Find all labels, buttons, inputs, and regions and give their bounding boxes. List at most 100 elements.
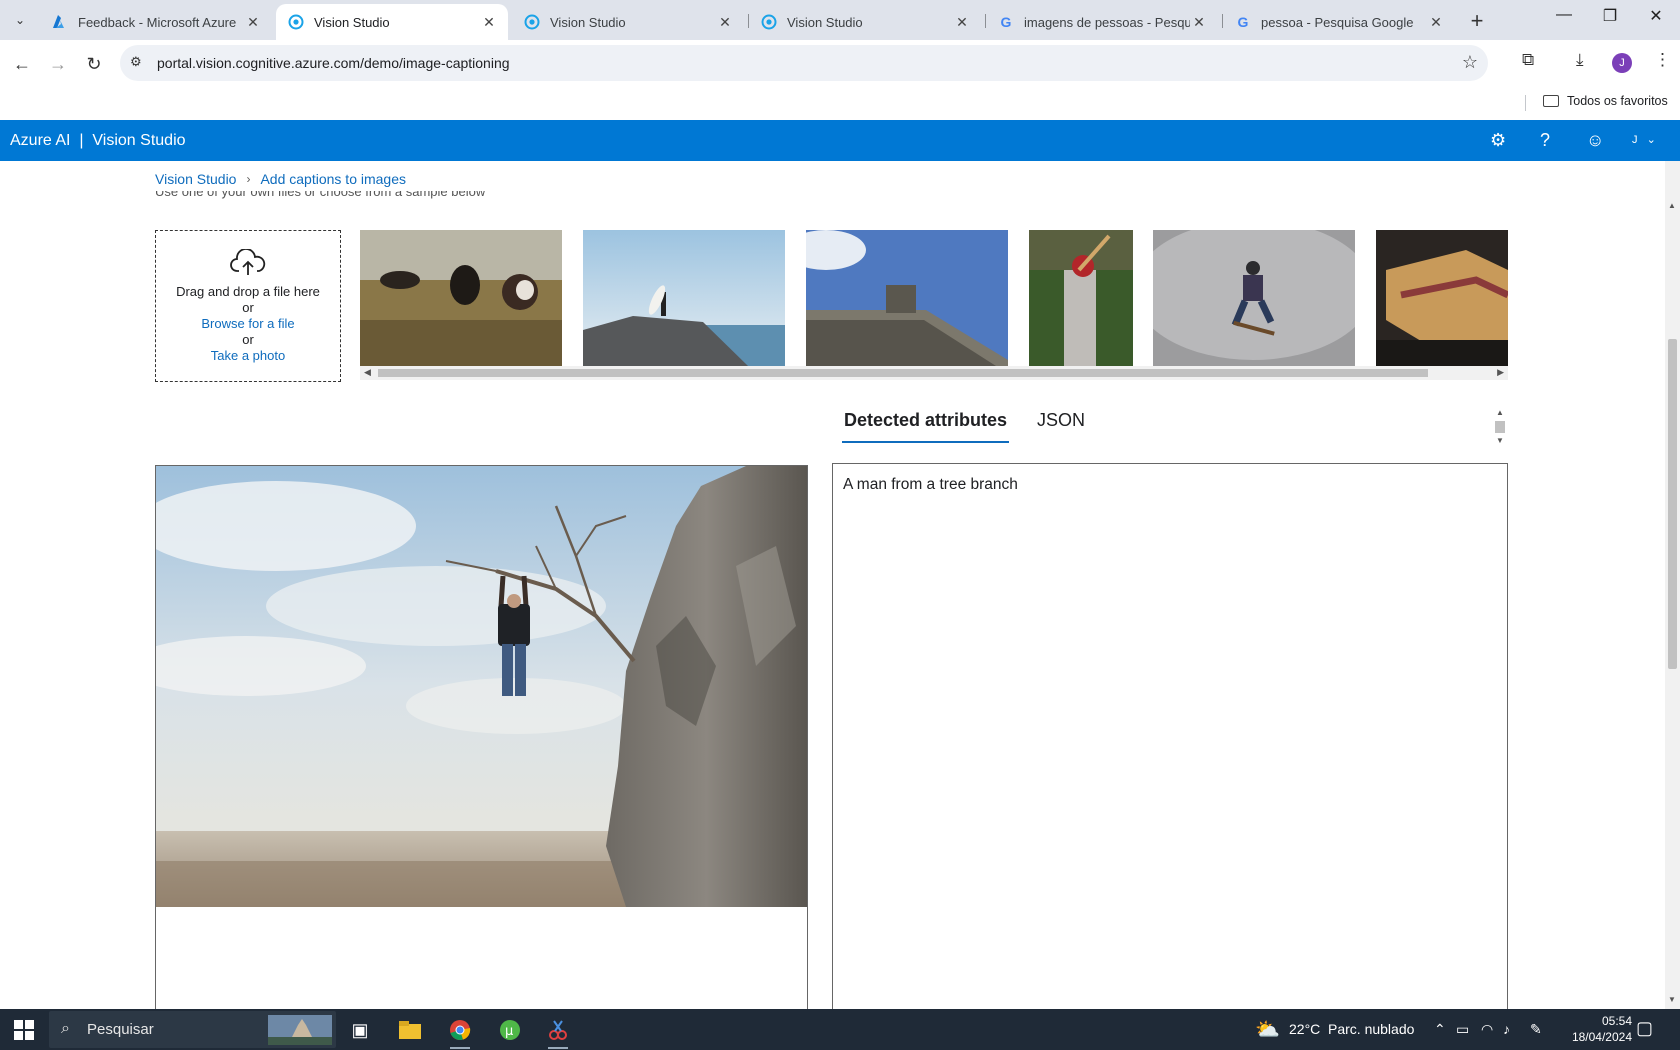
tray-chevron-up-icon[interactable]: ⌃ bbox=[1434, 1021, 1446, 1038]
sample-image-skateboarder[interactable] bbox=[1153, 230, 1355, 366]
vision-studio-icon bbox=[524, 14, 540, 30]
app-brand[interactable]: Azure AI | Vision Studio bbox=[10, 132, 186, 150]
caption-result-text: A man from a tree branch bbox=[843, 476, 1018, 493]
browser-tab-google-pessoa[interactable]: G pessoa - Pesquisa Google ✕ bbox=[1223, 4, 1455, 40]
scroll-left-icon[interactable]: ◀ bbox=[364, 367, 371, 378]
weather-temp[interactable]: 22°C bbox=[1289, 1021, 1320, 1037]
sample-image-surfer[interactable] bbox=[583, 230, 785, 366]
close-icon[interactable]: ✕ bbox=[953, 13, 971, 31]
site-settings-icon[interactable]: ⚙ bbox=[130, 54, 142, 70]
scroll-up-icon[interactable]: ▲ bbox=[1495, 408, 1505, 417]
sample-image-building-statue[interactable] bbox=[806, 230, 1008, 366]
scroll-down-icon[interactable]: ▼ bbox=[1668, 995, 1676, 1004]
scroll-right-icon[interactable]: ▶ bbox=[1497, 367, 1504, 378]
vision-studio-icon bbox=[288, 14, 304, 30]
preview-image-man-hanging-branch bbox=[156, 466, 807, 907]
tab-detected-attributes[interactable]: Detected attributes bbox=[842, 407, 1010, 443]
scrollbar-thumb[interactable] bbox=[378, 369, 1428, 377]
user-menu[interactable]: J ⌄ bbox=[1632, 133, 1656, 146]
browser-tab-feedback[interactable]: Feedback - Microsoft Azure ✕ bbox=[40, 4, 272, 40]
take-photo-link[interactable]: Take a photo bbox=[211, 348, 285, 363]
notification-icon[interactable]: ▢ bbox=[1636, 1018, 1653, 1039]
sample-image-baseball[interactable] bbox=[1029, 230, 1133, 366]
svg-text:µ: µ bbox=[505, 1024, 513, 1039]
browser-toolbar: ← → ↻ ⚙ portal.vision.cognitive.azure.co… bbox=[0, 40, 1680, 86]
sample-image-cows[interactable] bbox=[360, 230, 562, 366]
back-icon[interactable]: ← bbox=[8, 50, 36, 78]
breadcrumb-home-link[interactable]: Vision Studio bbox=[155, 171, 236, 187]
weather-desc[interactable]: Parc. nublado bbox=[1328, 1021, 1414, 1037]
cloud-upload-icon bbox=[230, 248, 266, 275]
browser-tab-vision-studio-2[interactable]: Vision Studio ✕ bbox=[512, 4, 744, 40]
or-text: or bbox=[242, 300, 254, 315]
reload-icon[interactable]: ↻ bbox=[80, 50, 108, 78]
scroll-down-icon[interactable]: ▼ bbox=[1495, 436, 1505, 445]
bookmark-star-icon[interactable]: ☆ bbox=[1462, 52, 1478, 73]
forward-icon[interactable]: → bbox=[44, 50, 72, 78]
browser-tabstrip: ⌄ Feedback - Microsoft Azure ✕ Vision St… bbox=[0, 0, 1680, 40]
page-vertical-scrollbar[interactable]: ▲ ▼ bbox=[1665, 161, 1680, 1009]
drag-drop-text: Drag and drop a file here bbox=[176, 284, 320, 299]
settings-gear-icon[interactable]: ⚙ bbox=[1490, 130, 1506, 151]
address-bar[interactable]: ⚙ portal.vision.cognitive.azure.com/demo… bbox=[120, 45, 1488, 81]
scrollbar-thumb[interactable] bbox=[1495, 421, 1505, 433]
scroll-up-icon[interactable]: ▲ bbox=[1668, 201, 1676, 210]
pen-icon[interactable]: ✎ bbox=[1530, 1021, 1542, 1038]
google-icon: G bbox=[1237, 14, 1249, 30]
search-icon: ⌕ bbox=[61, 1020, 70, 1037]
browser-tab-vision-studio-3[interactable]: Vision Studio ✕ bbox=[749, 4, 981, 40]
windows-start-icon[interactable] bbox=[14, 1020, 34, 1040]
taskbar-clock[interactable]: 05:54 18/04/2024 bbox=[1552, 1013, 1632, 1045]
google-icon: G bbox=[1000, 14, 1012, 30]
bookmarks-folder[interactable]: Todos os favoritos bbox=[1543, 94, 1668, 108]
tab-search-icon[interactable]: ⌄ bbox=[8, 8, 32, 32]
upload-dropzone[interactable]: Drag and drop a file here or Browse for … bbox=[155, 230, 341, 382]
windows-taskbar: ⌕ Pesquisar ▣ µ ⛅ 22°C Parc. nublado ⌃ ▭… bbox=[0, 1009, 1680, 1050]
close-window-icon[interactable]: ✕ bbox=[1633, 6, 1679, 26]
browse-file-link[interactable]: Browse for a file bbox=[201, 316, 294, 331]
chrome-icon[interactable] bbox=[444, 1014, 476, 1049]
weather-icon[interactable]: ⛅ bbox=[1255, 1017, 1280, 1042]
sample-image-sandwich[interactable] bbox=[1376, 230, 1508, 366]
feedback-smiley-icon[interactable]: ☺ bbox=[1586, 130, 1604, 151]
file-explorer-icon[interactable] bbox=[394, 1014, 426, 1046]
search-highlight-icon bbox=[268, 1015, 332, 1045]
scrollbar-thumb[interactable] bbox=[1668, 339, 1677, 669]
extensions-icon[interactable]: ⧉ bbox=[1522, 50, 1534, 70]
volume-icon[interactable]: ♪ bbox=[1503, 1021, 1510, 1037]
close-icon[interactable]: ✕ bbox=[1427, 13, 1445, 31]
new-tab-icon[interactable]: + bbox=[1464, 8, 1490, 34]
minimize-icon[interactable]: — bbox=[1541, 6, 1587, 24]
tab-json[interactable]: JSON bbox=[1035, 407, 1087, 443]
download-icon[interactable]: ⤓ bbox=[1576, 50, 1584, 70]
bookmarks-bar: Todos os favoritos bbox=[0, 86, 1680, 120]
detected-attributes-panel: A man from a tree branch bbox=[832, 463, 1508, 1009]
sample-image-gallery bbox=[360, 230, 1508, 366]
folder-icon bbox=[1543, 95, 1559, 107]
bookmarks-divider bbox=[1525, 95, 1526, 111]
network-icon[interactable]: ◠ bbox=[1481, 1021, 1493, 1038]
url-text[interactable]: portal.vision.cognitive.azure.com/demo/i… bbox=[157, 55, 510, 71]
close-icon[interactable]: ✕ bbox=[716, 13, 734, 31]
task-view-icon[interactable]: ▣ bbox=[344, 1014, 376, 1046]
breadcrumb-current-link[interactable]: Add captions to images bbox=[260, 171, 406, 187]
close-icon[interactable]: ✕ bbox=[480, 13, 498, 31]
image-preview-panel bbox=[155, 465, 808, 1009]
close-icon[interactable]: ✕ bbox=[244, 13, 262, 31]
help-icon[interactable]: ? bbox=[1540, 130, 1550, 151]
browser-tab-google-imagens[interactable]: G imagens de pessoas - Pesquisa ✕ bbox=[986, 4, 1218, 40]
profile-avatar[interactable]: J bbox=[1612, 53, 1632, 73]
close-icon[interactable]: ✕ bbox=[1190, 13, 1208, 31]
browser-tab-vision-studio-active[interactable]: Vision Studio ✕ bbox=[276, 4, 508, 40]
tabs-vertical-scrollbar[interactable]: ▲ ▼ bbox=[1492, 408, 1508, 448]
menu-kebab-icon[interactable]: ⋮ bbox=[1654, 50, 1671, 70]
azure-icon bbox=[52, 14, 68, 30]
battery-icon[interactable]: ▭ bbox=[1456, 1021, 1469, 1038]
utorrent-icon[interactable]: µ bbox=[494, 1014, 526, 1046]
restore-icon[interactable]: ❐ bbox=[1587, 6, 1633, 26]
gallery-horizontal-scrollbar[interactable]: ◀ ▶ bbox=[360, 366, 1508, 380]
snipping-tool-icon[interactable] bbox=[542, 1014, 574, 1049]
taskbar-search[interactable]: ⌕ Pesquisar bbox=[49, 1011, 336, 1048]
breadcrumb: Vision Studio › Add captions to images bbox=[155, 171, 406, 187]
page-content: Vision Studio › Add captions to images U… bbox=[0, 161, 1665, 1009]
